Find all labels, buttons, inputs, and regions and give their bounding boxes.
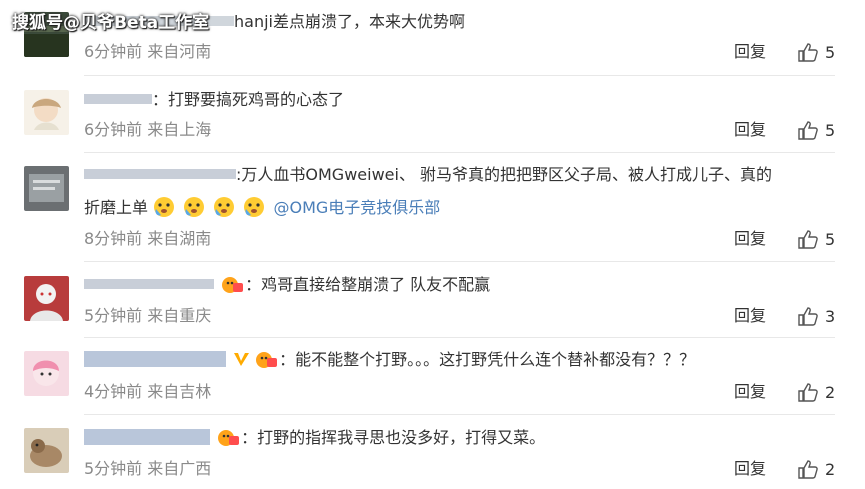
- watermark: 搜狐号@贝爷Beta工作室: [12, 13, 210, 33]
- comment-text: :万人血书OMGweiwei、 驸马爷真的把把野区父子局、被人打成儿子、真的: [236, 165, 773, 184]
- avatar[interactable]: [24, 90, 69, 135]
- comment-meta: 5分钟前 来自广西: [84, 459, 212, 478]
- verified-v-icon: [234, 353, 250, 366]
- crying-face-icon: [214, 197, 235, 217]
- reply-button[interactable]: 回复: [734, 42, 766, 62]
- thumbs-up-icon: [798, 121, 818, 140]
- comment-text: ：打野要搞死鸡哥的心态了: [152, 90, 345, 109]
- reply-button[interactable]: 回复: [734, 306, 766, 326]
- comment-meta: 6分钟前 来自上海: [84, 120, 212, 139]
- like-count: 2: [825, 460, 836, 479]
- like-button[interactable]: 2: [797, 382, 835, 403]
- crying-face-icon: [244, 197, 265, 217]
- reply-button[interactable]: 回复: [734, 459, 766, 479]
- like-button[interactable]: 5: [797, 42, 835, 63]
- divider: [84, 152, 835, 153]
- like-count: 2: [825, 383, 836, 402]
- like-count: 3: [825, 307, 836, 326]
- comment-meta: 4分钟前 来自吉林: [84, 382, 212, 401]
- thumbs-up-icon: [798, 383, 818, 402]
- username[interactable]: [84, 276, 214, 292]
- reply-button[interactable]: 回复: [734, 382, 766, 402]
- comment-text-continued: 折磨上单: [84, 198, 149, 217]
- avatar[interactable]: [24, 166, 69, 211]
- like-button[interactable]: 2: [797, 459, 835, 480]
- fan-badge-icon: [222, 277, 244, 293]
- username[interactable]: [84, 166, 236, 182]
- comment-meta: 8分钟前 来自湖南: [84, 229, 212, 248]
- thumbs-up-icon: [798, 460, 818, 479]
- avatar[interactable]: [24, 351, 69, 396]
- fan-badge-icon: [218, 430, 240, 446]
- avatar[interactable]: [24, 276, 69, 321]
- comment-text: ：鸡哥直接给整崩溃了 队友不配赢: [245, 275, 491, 294]
- crying-face-icon: [184, 197, 205, 217]
- avatar[interactable]: [24, 428, 69, 473]
- comment-meta: 5分钟前 来自重庆: [84, 306, 212, 325]
- like-button[interactable]: 3: [797, 306, 835, 327]
- like-count: 5: [825, 121, 836, 140]
- reply-button[interactable]: 回复: [734, 120, 766, 140]
- username[interactable]: [84, 351, 226, 367]
- like-count: 5: [825, 230, 836, 249]
- like-button[interactable]: 5: [797, 229, 835, 250]
- reply-button[interactable]: 回复: [734, 229, 766, 249]
- username[interactable]: [84, 429, 210, 445]
- thumbs-up-icon: [798, 43, 818, 62]
- fan-badge-icon: [256, 352, 278, 368]
- crying-face-icon: [154, 197, 175, 217]
- divider: [84, 75, 835, 76]
- divider: [84, 337, 835, 338]
- mention-link[interactable]: @OMG电子竞技俱乐部: [273, 198, 440, 217]
- username[interactable]: [84, 91, 152, 107]
- comment-text: hanji差点崩溃了，本来大优势啊: [234, 12, 465, 31]
- like-button[interactable]: 5: [797, 120, 835, 141]
- comment-text: ：打野的指挥我寻思也没多好，打得又菜。: [241, 428, 546, 447]
- divider: [84, 414, 835, 415]
- comment-text: ：能不能整个打野。。。这打野凭什么连个替补都没有？？？: [279, 350, 696, 369]
- thumbs-up-icon: [798, 307, 818, 326]
- comment-meta: 6分钟前 来自河南: [84, 42, 212, 61]
- emoji-group: [153, 197, 273, 217]
- thumbs-up-icon: [798, 230, 818, 249]
- divider: [84, 261, 835, 262]
- like-count: 5: [825, 43, 836, 62]
